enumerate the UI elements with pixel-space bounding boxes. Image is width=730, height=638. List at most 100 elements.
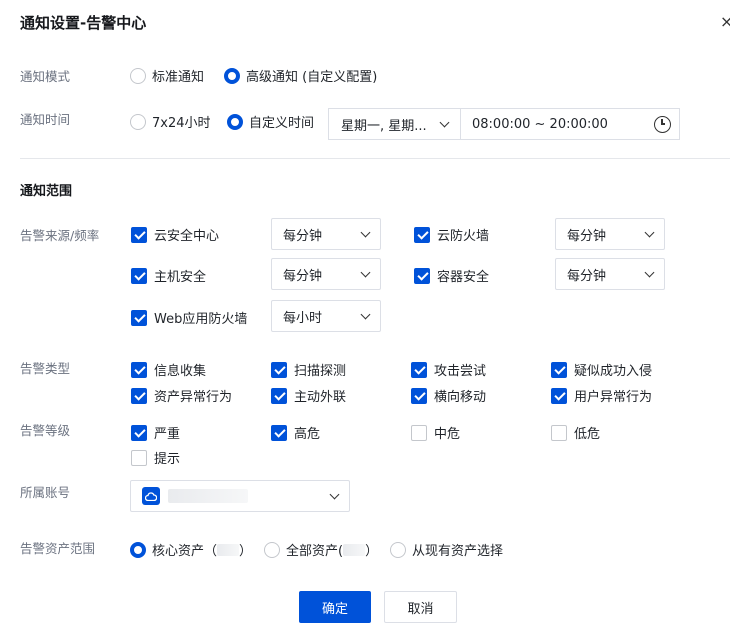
account-select[interactable] [130, 480, 350, 512]
source-checkbox-container-security[interactable]: 容器安全 [414, 266, 489, 285]
frequency-select[interactable]: 每分钟 [271, 258, 381, 290]
radio-label: 从现有资产选择 [412, 544, 504, 559]
chevron-down-icon [360, 267, 371, 277]
radio-label: 自定义时间 [249, 116, 315, 131]
radio-label: 7x24小时 [152, 116, 211, 131]
frequency-select[interactable]: 每小时 [271, 300, 381, 332]
checkbox-box [271, 424, 287, 441]
dialog-title: 通知设置-告警中心 [20, 14, 147, 32]
section-title: 通知范围 [20, 184, 73, 199]
mode-standard-radio[interactable]: 标准通知 [130, 66, 204, 85]
checkbox-label: 提示 [154, 452, 181, 467]
source-checkbox-cloud-security[interactable]: 云安全中心 [131, 225, 219, 244]
type-checkbox[interactable]: 扫描探测 [271, 360, 346, 379]
checkbox-label: 横向移动 [434, 390, 487, 405]
checkbox-box [411, 424, 427, 441]
type-checkbox[interactable]: 疑似成功入侵 [551, 360, 652, 379]
select-value: 每分钟 [567, 268, 607, 284]
source-checkbox-waf[interactable]: Web应用防火墙 [131, 308, 247, 327]
source-checkbox-cloud-firewall[interactable]: 云防火墙 [414, 225, 489, 244]
checkbox-box [131, 449, 147, 466]
radio-label: 标准通知 [152, 70, 205, 85]
radio-label: 核心资产（ [152, 544, 218, 559]
checkbox-label: 严重 [154, 427, 181, 442]
type-checkbox[interactable]: 攻击尝试 [411, 360, 486, 379]
checkbox-label: 容器安全 [437, 270, 490, 285]
chevron-down-icon [360, 309, 371, 319]
type-checkbox[interactable]: 主动外联 [271, 386, 346, 405]
divider [20, 158, 730, 159]
radio-circle [130, 113, 146, 130]
time-range-value: 08:00:00 ~ 20:00:00 [472, 116, 608, 132]
level-checkbox-info[interactable]: 提示 [131, 448, 180, 467]
checkbox-box [131, 226, 147, 243]
frequency-select[interactable]: 每分钟 [555, 258, 665, 290]
asset-core-radio[interactable]: 核心资产（ ） [130, 540, 252, 559]
chevron-down-icon [644, 227, 655, 237]
weekday-value: 星期一, 星期... [341, 118, 427, 134]
radio-label: 高级通知 (自定义配置) [246, 70, 378, 85]
radio-circle [390, 541, 406, 558]
level-checkbox-medium[interactable]: 中危 [411, 423, 460, 442]
checkbox-label: 高危 [294, 427, 321, 442]
source-checkbox-host-security[interactable]: 主机安全 [131, 266, 206, 285]
checkbox-label: 中危 [434, 427, 461, 442]
mode-advanced-radio[interactable]: 高级通知 (自定义配置) [224, 66, 377, 85]
checkbox-label: 信息收集 [154, 364, 207, 379]
redacted-count [217, 543, 240, 556]
level-checkbox-low[interactable]: 低危 [551, 423, 600, 442]
checkbox-label: Web应用防火墙 [154, 312, 248, 327]
radio-label: 全部资产( [286, 544, 344, 559]
cloud-icon [142, 487, 160, 505]
checkbox-box [131, 309, 147, 326]
time-247-radio[interactable]: 7x24小时 [130, 112, 211, 131]
checkbox-label: 疑似成功入侵 [574, 364, 653, 379]
confirm-button[interactable]: 确定 [299, 591, 371, 623]
checkbox-box [131, 361, 147, 378]
checkbox-box [271, 361, 287, 378]
radio-circle [264, 541, 280, 558]
asset-all-radio[interactable]: 全部资产( ） [264, 540, 378, 559]
source-label: 告警来源/频率 [20, 228, 100, 243]
weekday-select[interactable]: 星期一, 星期... [329, 109, 461, 139]
chevron-down-icon [644, 267, 655, 277]
radio-circle [224, 67, 240, 84]
account-value [142, 487, 248, 505]
time-range-input[interactable]: 08:00:00 ~ 20:00:00 [461, 109, 679, 139]
checkbox-label: 扫描探测 [294, 364, 347, 379]
checkbox-label: 资产异常行为 [154, 390, 233, 405]
type-checkbox[interactable]: 横向移动 [411, 386, 486, 405]
checkbox-box [414, 267, 430, 284]
chevron-down-icon [439, 117, 450, 127]
chevron-down-icon [329, 489, 340, 499]
frequency-select[interactable]: 每分钟 [555, 218, 665, 250]
checkbox-box [551, 424, 567, 441]
level-checkbox-high[interactable]: 高危 [271, 423, 320, 442]
checkbox-box [551, 387, 567, 404]
checkbox-box [131, 267, 147, 284]
level-label: 告警等级 [20, 423, 71, 438]
cancel-button[interactable]: 取消 [384, 591, 457, 623]
select-value: 每小时 [283, 310, 323, 326]
checkbox-box [414, 226, 430, 243]
checkbox-label: 云安全中心 [154, 229, 220, 244]
type-checkbox[interactable]: 用户异常行为 [551, 386, 652, 405]
close-icon[interactable]: × [720, 12, 730, 32]
checkbox-box [411, 387, 427, 404]
select-value: 每分钟 [283, 268, 323, 284]
checkbox-label: 主机安全 [154, 270, 207, 285]
radio-label-suffix: ） [365, 544, 379, 559]
type-checkbox[interactable]: 信息收集 [131, 360, 206, 379]
checkbox-box [271, 387, 287, 404]
asset-label: 告警资产范围 [20, 541, 96, 556]
select-value: 每分钟 [283, 228, 323, 244]
frequency-select[interactable]: 每分钟 [271, 218, 381, 250]
checkbox-label: 主动外联 [294, 390, 347, 405]
account-label: 所属账号 [20, 485, 71, 500]
clock-icon[interactable] [654, 115, 671, 133]
checkbox-label: 低危 [574, 427, 601, 442]
level-checkbox-critical[interactable]: 严重 [131, 423, 180, 442]
type-checkbox[interactable]: 资产异常行为 [131, 386, 232, 405]
time-custom-radio[interactable]: 自定义时间 [227, 112, 314, 131]
asset-select-existing-radio[interactable]: 从现有资产选择 [390, 540, 503, 559]
